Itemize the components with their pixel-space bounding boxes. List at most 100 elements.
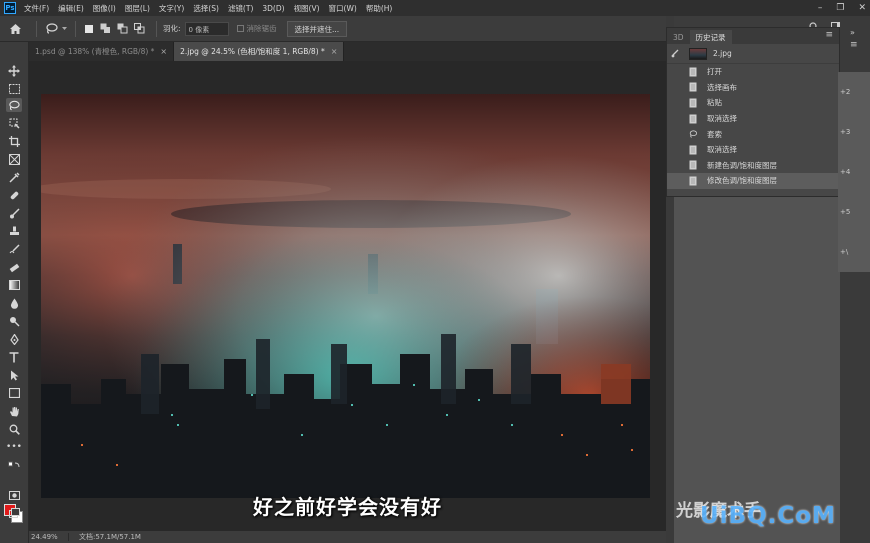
close-icon[interactable]: ×	[331, 47, 338, 56]
menu-file[interactable]: 文件(F)	[24, 3, 49, 14]
eyedropper-tool[interactable]	[6, 170, 22, 184]
checkbox-icon	[236, 25, 244, 32]
menu-view[interactable]: 视图(V)	[294, 3, 320, 14]
history-item[interactable]: 新建色调/饱和度图层	[667, 158, 839, 174]
menu-edit[interactable]: 编辑(E)	[58, 3, 84, 14]
menu-layer[interactable]: 图层(L)	[125, 3, 150, 14]
eraser-tool[interactable]	[6, 260, 22, 274]
tab-3d[interactable]: 3D	[667, 30, 690, 44]
swap-colors-button[interactable]	[6, 458, 22, 472]
more-icon: •••	[6, 442, 22, 452]
healing-brush-tool[interactable]	[6, 188, 22, 202]
tab-2-jpg[interactable]: 2.jpg @ 24.5% (色相/饱和度 1, RGB/8) * ×	[174, 42, 345, 61]
menu-image[interactable]: 图像(I)	[93, 3, 116, 14]
menu-help[interactable]: 帮助(H)	[366, 3, 393, 14]
intersect-selection-button[interactable]	[133, 22, 146, 35]
canvas-area[interactable]: 好之前好学会没有好	[29, 61, 666, 531]
gradient-tool[interactable]	[6, 278, 22, 292]
history-item-label: 粘贴	[707, 98, 722, 108]
menu-select[interactable]: 选择(S)	[193, 3, 219, 14]
history-source-checkbox[interactable]	[671, 83, 679, 91]
crop-tool[interactable]	[6, 134, 22, 148]
add-selection-button[interactable]	[99, 22, 112, 35]
brush-tool[interactable]	[6, 206, 22, 220]
history-source-checkbox[interactable]	[671, 115, 679, 123]
tab-history[interactable]: 历史记录	[689, 30, 732, 44]
blur-tool[interactable]	[6, 296, 22, 310]
feather-input[interactable]: 0 像素	[184, 21, 229, 36]
lasso-tool[interactable]	[6, 98, 22, 112]
type-icon	[9, 351, 19, 362]
antialias-label: 消除锯齿	[246, 24, 277, 33]
panel-menu-icon[interactable]: ≡	[825, 30, 833, 40]
history-snapshot[interactable]: 2.jpg	[667, 44, 839, 64]
history-source-checkbox[interactable]	[671, 130, 679, 138]
layers-panel-strip[interactable]: +2 +3 +4 +5 +\	[838, 72, 870, 272]
pen-tool[interactable]	[6, 332, 22, 346]
menu-window[interactable]: 窗口(W)	[329, 3, 357, 14]
quick-select-tool[interactable]	[6, 116, 22, 130]
quick-mask-icon	[8, 490, 20, 500]
history-item[interactable]: 套索	[667, 126, 839, 142]
collapse-icon[interactable]: »	[850, 28, 855, 37]
history-source-checkbox[interactable]	[671, 68, 679, 76]
arrow-cursor-icon	[10, 370, 18, 380]
window-controls: – ❐ ✕	[818, 0, 866, 16]
history-brush-tool[interactable]	[6, 242, 22, 256]
doc-icon	[689, 176, 697, 186]
history-item[interactable]: 粘贴	[667, 95, 839, 111]
history-source-checkbox[interactable]	[671, 177, 679, 185]
home-button[interactable]	[0, 16, 30, 42]
brush-icon	[9, 207, 20, 218]
select-and-mask-button[interactable]: 选择并遮住...	[286, 20, 348, 37]
dodge-tool[interactable]	[6, 314, 22, 328]
lasso-icon	[9, 100, 20, 110]
close-icon[interactable]: ✕	[858, 3, 866, 13]
move-tool[interactable]	[6, 64, 22, 78]
history-item[interactable]: 打开	[667, 64, 839, 80]
frame-tool[interactable]	[6, 152, 22, 166]
subtract-selection-button[interactable]	[116, 22, 129, 35]
clone-stamp-tool[interactable]	[6, 224, 22, 238]
close-icon[interactable]: ×	[160, 47, 167, 56]
document-image[interactable]	[41, 94, 650, 498]
history-item-label: 修改色调/饱和度图层	[707, 176, 778, 186]
zoom-readout[interactable]: 24.49%	[29, 533, 69, 541]
hand-tool[interactable]	[6, 404, 22, 418]
history-item[interactable]: 取消选择	[667, 142, 839, 158]
tab-1-psd[interactable]: 1.psd @ 138% (青橙色, RGB/8) * ×	[29, 42, 175, 61]
path-selection-tool[interactable]	[6, 368, 22, 382]
maximize-icon[interactable]: ❐	[836, 3, 844, 13]
document-info[interactable]: 文档:57.1M/57.1M	[69, 532, 141, 542]
history-item[interactable]: 选择画布	[667, 80, 839, 96]
intersect-selection-icon	[134, 23, 145, 34]
marquee-tool[interactable]	[6, 82, 22, 96]
minimize-icon[interactable]: –	[818, 3, 823, 13]
rectangle-tool[interactable]	[6, 386, 22, 400]
doc-icon	[689, 114, 697, 124]
menu-3d[interactable]: 3D(D)	[262, 4, 284, 13]
tab-label: 1.psd @ 138% (青橙色, RGB/8) *	[35, 47, 155, 56]
lasso-icon	[689, 130, 697, 138]
type-tool[interactable]	[6, 350, 22, 364]
zoom-tool[interactable]	[6, 422, 22, 436]
screen-mode-button[interactable]	[6, 506, 22, 520]
history-item[interactable]: 取消选择	[667, 111, 839, 127]
antialias-checkbox[interactable]: 消除锯齿	[236, 23, 277, 34]
eraser-icon	[9, 263, 19, 272]
menu-filter[interactable]: 滤镜(T)	[228, 3, 253, 14]
history-item-label: 新建色调/饱和度图层	[707, 160, 778, 170]
history-source-checkbox[interactable]	[671, 161, 679, 169]
history-source-checkbox[interactable]	[671, 99, 679, 107]
history-source-checkbox[interactable]	[671, 146, 679, 154]
menu-type[interactable]: 文字(Y)	[159, 3, 184, 14]
shortcut-label: +\	[840, 248, 849, 256]
new-selection-button[interactable]	[82, 22, 95, 35]
quick-mask-button[interactable]	[6, 488, 22, 502]
doc-icon	[689, 160, 697, 170]
history-item-current[interactable]: 修改色调/饱和度图层	[667, 173, 839, 189]
tool-preset-picker[interactable]	[43, 20, 69, 38]
edit-toolbar-button[interactable]: •••	[6, 440, 22, 454]
video-subtitle: 好之前好学会没有好	[253, 495, 442, 519]
panel-menu-icon[interactable]: ≡	[850, 40, 858, 50]
